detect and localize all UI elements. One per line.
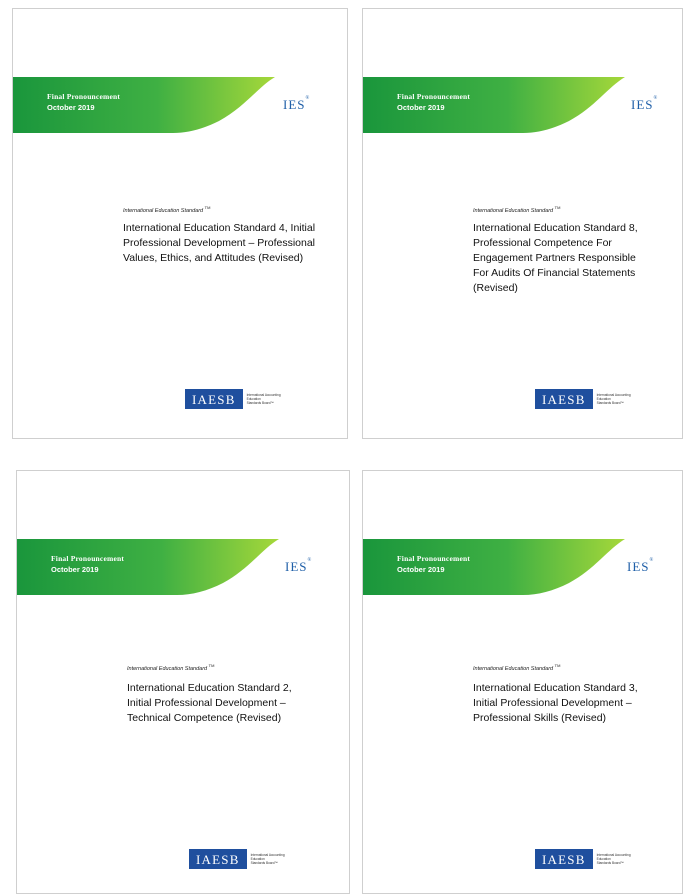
banner-date: October 2019 [397, 103, 445, 112]
iaesb-logo: IAESB International Accounting Education… [185, 389, 287, 409]
standard-label: International Education Standard TM [473, 663, 561, 672]
iaesb-logo-box: IAESB [535, 849, 593, 869]
iaesb-logo-box: IAESB [185, 389, 243, 409]
iaesb-logo: IAESB International Accounting Education… [189, 849, 291, 869]
ies-brand: IES® [285, 558, 313, 574]
green-banner: Final Pronouncement October 2019 [363, 77, 633, 133]
banner-date: October 2019 [397, 565, 445, 574]
ies-brand: IES® [631, 96, 659, 112]
standard-label: International Education Standard TM [127, 663, 215, 672]
banner-date: October 2019 [51, 565, 99, 574]
document-title: International Education Standard 3, Init… [473, 682, 638, 724]
document-title: International Education Standard 4, Init… [123, 222, 316, 264]
iaesb-logo-caption: International Accounting Education Stand… [246, 393, 281, 405]
standard-label: International Education Standard TM [123, 205, 211, 214]
document-cover-ies2[interactable]: Final Pronouncement October 2019 IES® In… [16, 470, 350, 894]
green-banner: Final Pronouncement October 2019 [363, 539, 633, 595]
iaesb-logo-box: IAESB [189, 849, 247, 869]
iaesb-logo-box: IAESB [535, 389, 593, 409]
iaesb-logo-caption: International Accounting Education Stand… [250, 853, 285, 865]
iaesb-logo-caption: International Accounting Education Stand… [596, 853, 631, 865]
iaesb-logo-caption: International Accounting Education Stand… [596, 393, 631, 405]
iaesb-logo: IAESB International Accounting Education… [535, 389, 637, 409]
iaesb-logo: IAESB International Accounting Education… [535, 849, 637, 869]
banner-title: Final Pronouncement [397, 554, 471, 563]
document-title: International Education Standard 2, Init… [127, 682, 292, 724]
document-cover-ies4[interactable]: Final Pronouncement October 2019 IES® In… [12, 8, 348, 439]
ies-brand: IES® [283, 96, 311, 112]
green-banner: Final Pronouncement October 2019 [13, 77, 283, 133]
document-cover-ies3[interactable]: Final Pronouncement October 2019 IES® In… [362, 470, 683, 894]
document-title: International Education Standard 8, Prof… [473, 222, 638, 294]
document-cover-ies8[interactable]: Final Pronouncement October 2019 IES® In… [362, 8, 683, 439]
banner-title: Final Pronouncement [51, 554, 125, 563]
banner-date: October 2019 [47, 103, 95, 112]
banner-title: Final Pronouncement [47, 92, 121, 101]
standard-label: International Education Standard TM [473, 205, 561, 214]
green-banner: Final Pronouncement October 2019 [17, 539, 287, 595]
ies-brand: IES® [627, 558, 655, 574]
banner-title: Final Pronouncement [397, 92, 471, 101]
